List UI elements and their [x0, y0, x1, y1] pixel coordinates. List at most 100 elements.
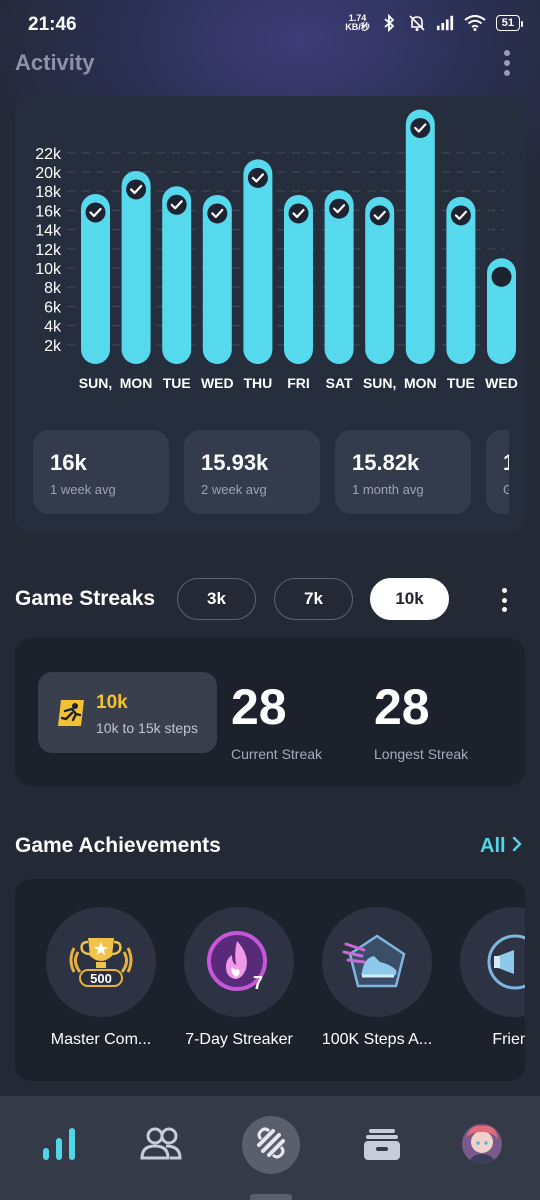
wifi-icon [464, 14, 486, 32]
check-mark [85, 202, 106, 223]
bar [405, 109, 435, 364]
achievements-title: Game Achievements [15, 834, 221, 857]
nav-profile[interactable] [452, 1096, 512, 1196]
check-mark [166, 194, 187, 215]
status-bar: 21:46 1.74 KB/秒 51 [0, 0, 540, 50]
stat-tile-2-week: 15.93k 2 week avg [184, 430, 320, 514]
check-mark [450, 205, 471, 226]
y-tick-label: 14k [35, 223, 62, 240]
trophy-icon: 500 [69, 938, 133, 987]
y-tick-label: 8k [44, 280, 62, 297]
nav-stats[interactable] [29, 1096, 89, 1196]
achievement-label: Master Com... [50, 1031, 152, 1048]
nav-wallet[interactable] [352, 1096, 412, 1196]
x-tick-label: WED [201, 375, 234, 391]
bar [243, 159, 273, 364]
longest-streak-label: Longest Streak [374, 746, 469, 762]
achievement-item[interactable]: 500 Master Com... [36, 907, 166, 1049]
stat-tile-partial: 1 G [486, 430, 509, 514]
stat-label: 2 week avg [201, 482, 267, 497]
check-mark [329, 198, 350, 219]
x-tick-label: TUE [447, 375, 475, 391]
chevron-right-icon [512, 835, 522, 858]
y-tick-label: 16k [35, 203, 62, 220]
stat-label: G [503, 482, 509, 497]
see-all-link[interactable]: All [480, 835, 522, 858]
current-streak-value: 28 [231, 679, 287, 735]
x-tick-label: TUE [163, 375, 191, 391]
achievement-label: 7-Day Streaker [185, 1031, 293, 1048]
y-tick-label: 2k [44, 338, 62, 355]
home-indicator [250, 1194, 292, 1200]
profile-avatar [460, 1122, 504, 1171]
check-mark [247, 167, 268, 188]
runner-shield-icon [54, 696, 88, 730]
stat-value: 16k [50, 450, 87, 475]
x-tick-label: SUN, [363, 375, 396, 391]
megaphone-icon [487, 934, 525, 990]
net-speed: 1.74 KB/秒 [345, 13, 370, 32]
friends-icon [140, 1126, 182, 1167]
streak-level-badge: 10k 10k to 15k steps [38, 672, 217, 753]
stat-label: 1 month avg [352, 482, 424, 497]
x-tick-label: THU [244, 375, 273, 391]
achievement-item[interactable]: 100K Steps A... [312, 907, 442, 1049]
stepn-home-icon [253, 1125, 289, 1166]
page-title: Activity [15, 50, 95, 75]
nav-home[interactable] [242, 1116, 300, 1174]
x-tick-label: FRI [287, 375, 310, 391]
stat-tile-1-month: 15.82k 1 month avg [335, 430, 471, 514]
activity-card: 2k 4k 6k 8k 10k 12k 14k 16k 18k 20k 22k SUN, MON TUE W… [15, 96, 525, 534]
badge-text: 500 [90, 971, 112, 986]
longest-streak-value: 28 [374, 679, 430, 735]
stat-value: 15.82k [352, 450, 420, 475]
x-tick-label: MON [404, 375, 437, 391]
steps-bar-chart: 2k 4k 6k 8k 10k 12k 14k 16k 18k 20k 22k SUN, MON TUE W… [35, 109, 518, 391]
streaks-more-icon[interactable] [500, 588, 508, 612]
stat-value: 1 [503, 450, 509, 476]
stat-value: 15.93k [201, 450, 269, 475]
wallet-icon [363, 1127, 401, 1166]
nav-friends[interactable] [131, 1096, 191, 1196]
stats-row[interactable]: 16k 1 week avg 15.93k 2 week avg 15.82k … [33, 430, 509, 516]
tab-7k[interactable]: 7k [274, 578, 353, 620]
progress-dot [491, 266, 512, 287]
stat-label: 1 week avg [50, 482, 116, 497]
badge-title: 10k [96, 692, 128, 713]
stats-icon [41, 1126, 77, 1167]
y-tick-label: 22k [35, 146, 62, 163]
more-options-icon[interactable] [502, 50, 512, 76]
check-mark [410, 118, 431, 138]
badge-subtitle: 10k to 15k steps [96, 720, 198, 736]
achievement-item[interactable]: 7 7-Day Streaker [174, 907, 304, 1049]
current-streak-label: Current Streak [231, 746, 323, 762]
signal-icon [436, 14, 454, 32]
streak-card: 10k 10k to 15k steps 28 Current Streak 2… [15, 638, 525, 786]
tab-3k[interactable]: 3k [177, 578, 256, 620]
achievement-label: Friend [492, 1031, 525, 1048]
achievement-item[interactable]: Friend [450, 907, 525, 1049]
bar [121, 170, 151, 364]
check-mark [369, 205, 390, 226]
x-tick-label: SAT [326, 375, 353, 391]
mute-bell-icon [408, 14, 426, 32]
y-tick-label: 10k [35, 261, 62, 278]
stat-tile-1-week: 16k 1 week avg [33, 430, 169, 514]
flame-icon: 7 [207, 931, 267, 993]
y-tick-label: 18k [35, 184, 62, 201]
check-mark [288, 203, 309, 224]
tab-10k[interactable]: 10k [370, 578, 449, 620]
y-tick-label: 20k [35, 165, 62, 182]
check-mark [126, 179, 147, 200]
x-tick-label: MON [120, 375, 153, 391]
badge-text: 7 [253, 973, 263, 993]
streaks-title: Game Streaks [15, 587, 156, 610]
check-mark [207, 203, 228, 224]
y-tick-label: 12k [35, 242, 62, 259]
y-tick-label: 6k [44, 299, 62, 316]
achievements-card: 500 Master Com... 7 7-Day Streaker 100K … [15, 879, 525, 1081]
y-tick-label: 4k [44, 319, 62, 336]
battery-indicator: 51 [495, 15, 524, 31]
x-tick-label: SUN, [79, 375, 112, 391]
bluetooth-icon [380, 14, 398, 32]
